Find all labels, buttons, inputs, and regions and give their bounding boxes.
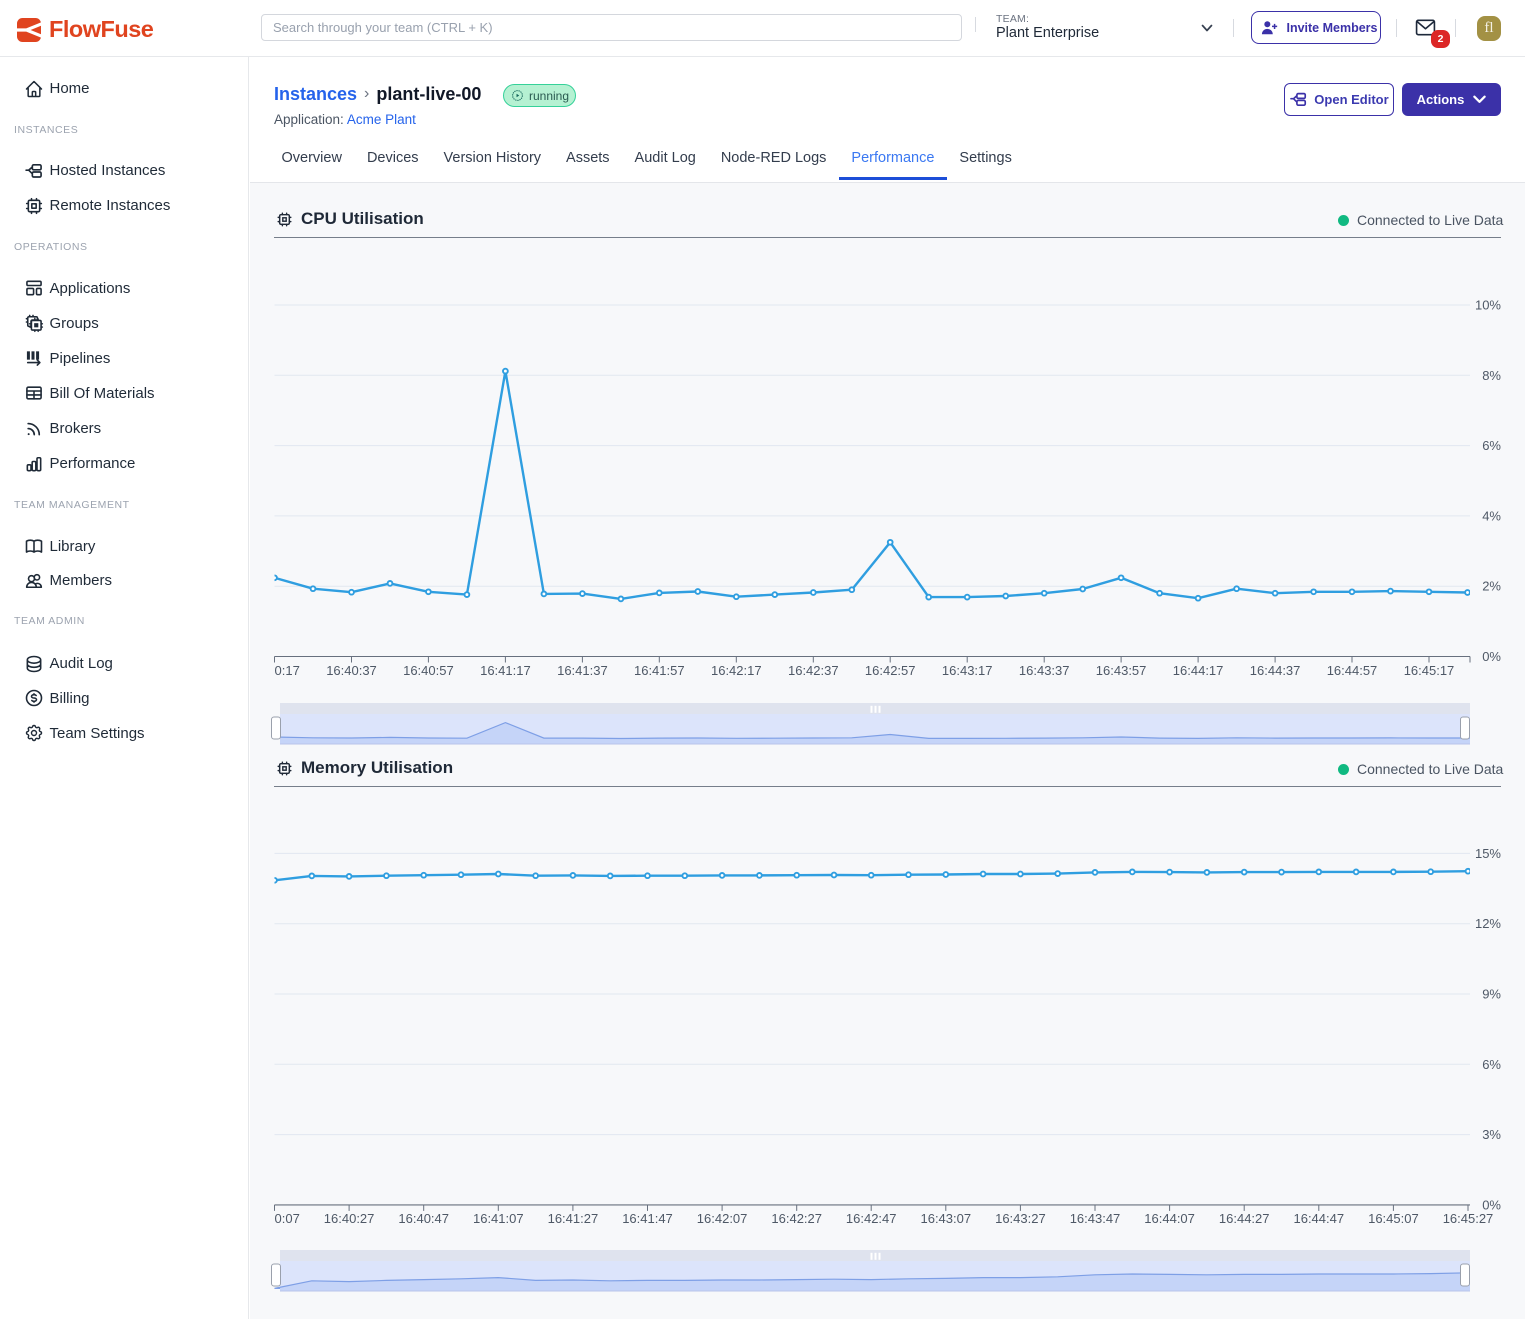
svg-text:16:45:17: 16:45:17 [1404,663,1455,678]
svg-text:16:40:27: 16:40:27 [324,1211,375,1226]
svg-text:16:44:47: 16:44:47 [1293,1211,1344,1226]
svg-text:10%: 10% [1475,298,1501,313]
svg-text:16:40:37: 16:40:37 [326,663,377,678]
svg-text:16:41:47: 16:41:47 [622,1211,673,1226]
svg-text:0:17: 0:17 [275,663,300,678]
svg-text:16:43:47: 16:43:47 [1070,1211,1121,1226]
svg-text:16:41:27: 16:41:27 [548,1211,599,1226]
svg-text:16:44:17: 16:44:17 [1173,663,1224,678]
svg-text:3%: 3% [1482,1127,1501,1142]
svg-text:16:43:27: 16:43:27 [995,1211,1046,1226]
svg-text:16:42:27: 16:42:27 [771,1211,822,1226]
svg-text:16:42:07: 16:42:07 [697,1211,748,1226]
svg-text:9%: 9% [1482,987,1501,1002]
svg-text:16:41:57: 16:41:57 [634,663,685,678]
svg-text:16:45:07: 16:45:07 [1368,1211,1419,1226]
svg-text:15%: 15% [1475,846,1501,861]
svg-text:16:41:17: 16:41:17 [480,663,531,678]
svg-text:16:43:37: 16:43:37 [1019,663,1070,678]
svg-text:0%: 0% [1482,649,1501,664]
svg-text:16:44:57: 16:44:57 [1327,663,1378,678]
svg-text:16:41:07: 16:41:07 [473,1211,524,1226]
svg-text:8%: 8% [1482,368,1501,383]
svg-text:16:41:37: 16:41:37 [557,663,608,678]
svg-text:2%: 2% [1482,579,1501,594]
svg-text:16:44:07: 16:44:07 [1144,1211,1195,1226]
svg-text:6%: 6% [1482,1057,1501,1072]
svg-text:16:40:57: 16:40:57 [403,663,454,678]
svg-text:4%: 4% [1482,508,1501,523]
svg-text:16:43:57: 16:43:57 [1096,663,1147,678]
svg-text:16:43:07: 16:43:07 [920,1211,971,1226]
svg-text:16:44:37: 16:44:37 [1250,663,1301,678]
svg-text:16:43:17: 16:43:17 [942,663,993,678]
svg-text:6%: 6% [1482,438,1501,453]
svg-text:16:42:37: 16:42:37 [788,663,839,678]
svg-text:16:40:47: 16:40:47 [398,1211,449,1226]
svg-text:12%: 12% [1475,916,1501,931]
svg-text:0:07: 0:07 [275,1211,300,1226]
svg-text:16:45:27: 16:45:27 [1443,1211,1494,1226]
svg-text:16:42:17: 16:42:17 [711,663,762,678]
svg-text:16:44:27: 16:44:27 [1219,1211,1270,1226]
svg-text:16:42:47: 16:42:47 [846,1211,897,1226]
svg-text:16:42:57: 16:42:57 [865,663,916,678]
